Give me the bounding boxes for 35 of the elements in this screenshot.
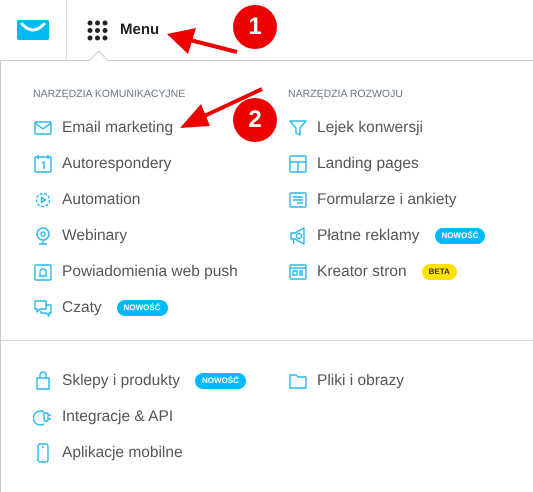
menu-item[interactable]: Aplikacje mobilne: [33, 435, 183, 471]
menu-item[interactable]: Formularze i ankiety: [288, 182, 457, 218]
new-badge: NOWOŚĆ: [195, 373, 246, 389]
new-badge: NOWOŚĆ: [434, 228, 486, 244]
step-marker: 2: [233, 98, 277, 142]
menu-item[interactable]: Integracje & API: [33, 399, 174, 435]
beta-badge: BETA: [422, 264, 457, 280]
menu-item[interactable]: Płatne reklamy: [288, 218, 420, 254]
grid-icon: [87, 20, 108, 40]
section-heading: NARZĘDZIA KOMUNIKACYJNE: [33, 87, 186, 101]
menu-item[interactable]: Pliki i obrazy: [288, 363, 404, 399]
menu-item[interactable]: Kreator stron: [288, 254, 407, 290]
menu-item[interactable]: Powiadomienia web push: [33, 254, 238, 290]
menu-item[interactable]: Autorespondery: [33, 146, 172, 182]
menu-button[interactable]: Menu: [87, 18, 160, 42]
bell-icon: [33, 262, 53, 282]
menu-item[interactable]: Czaty: [33, 290, 102, 326]
menu-item[interactable]: Email marketing: [33, 110, 174, 146]
browser-icon: [288, 262, 308, 282]
menu-item[interactable]: Lejek konwersji: [288, 110, 423, 146]
chat-icon: [33, 298, 53, 318]
gear-icon: [33, 190, 53, 210]
logo-icon[interactable]: [17, 20, 49, 40]
form-icon: [288, 190, 308, 210]
layout-icon: [288, 154, 308, 174]
calendar-icon: [33, 154, 53, 174]
arrow: [167, 28, 238, 54]
menu-item[interactable]: Automation: [33, 182, 140, 218]
step-marker: 1: [233, 5, 277, 49]
menu-item[interactable]: Landing pages: [288, 146, 419, 182]
menu-item[interactable]: Sklepy i produkty: [33, 363, 180, 399]
funnel-icon: [288, 118, 308, 138]
new-badge: NOWOŚĆ: [116, 300, 168, 316]
section-heading: NARZĘDZIA ROZWOJU: [288, 87, 404, 101]
menu-item[interactable]: Webinary: [33, 218, 128, 254]
